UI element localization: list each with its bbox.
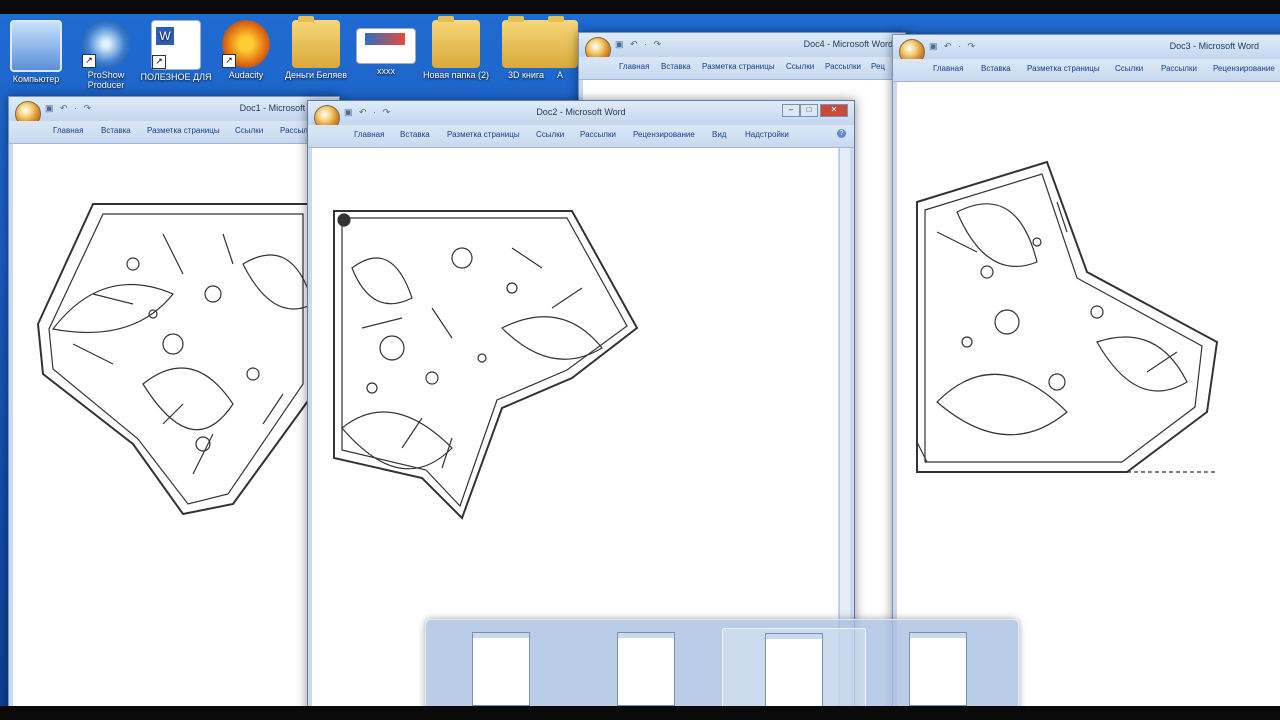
image-banner-icon xyxy=(365,33,405,45)
tab-insert[interactable]: Вставка xyxy=(661,62,691,71)
ribbon-tabs: Главная Вставка Разметка страницы Ссылки… xyxy=(9,121,339,144)
window-thumbnail xyxy=(617,632,675,706)
document-page[interactable] xyxy=(13,144,335,706)
switcher-thumbnail-3[interactable] xyxy=(722,628,866,706)
desktop-icon-label: 3D книга xyxy=(507,70,545,80)
tab-mailings[interactable]: Рассылки xyxy=(825,62,861,71)
desktop-icon-new-folder[interactable]: Новая папка (2) xyxy=(420,16,492,80)
ribbon-tabs: Главная Вставка Разметка страницы Ссылки… xyxy=(579,57,905,80)
tab-page-layout[interactable]: Разметка страницы xyxy=(1027,64,1100,73)
desktop-icon-label: xxxx xyxy=(377,66,395,76)
quick-access-toolbar[interactable]: ▣ ↶ · ↷ xyxy=(344,107,392,118)
desktop-icon-label: А xyxy=(556,70,563,80)
folder-icon xyxy=(292,16,340,68)
desktop-icon-partial[interactable]: А xyxy=(540,16,580,80)
desktop-icon-image[interactable]: xxxx xyxy=(350,16,422,76)
window-switcher-overlay xyxy=(425,619,1019,706)
tab-references[interactable]: Ссылки xyxy=(235,126,263,135)
tab-review[interactable]: Рецензирование xyxy=(633,130,695,139)
tab-review[interactable]: Рецензирование xyxy=(1213,64,1275,73)
tab-page-layout[interactable]: Разметка страницы xyxy=(447,130,520,139)
tab-view[interactable]: Вид xyxy=(712,130,726,139)
desktop-icon-proshow[interactable]: ↗ ProShow Producer xyxy=(70,16,142,90)
window-thumbnail xyxy=(765,633,823,706)
window-doc3[interactable]: Doc3 - Microsoft Word ▣ ↶ · ↷ Главная Вс… xyxy=(892,34,1280,706)
switcher-thumbnail-2[interactable] xyxy=(575,628,717,706)
word-document-icon: W ↗ xyxy=(151,20,201,70)
switcher-thumbnail-1[interactable] xyxy=(430,628,572,706)
shortcut-arrow-icon: ↗ xyxy=(152,55,166,69)
switcher-thumbnail-4[interactable] xyxy=(867,628,1009,706)
computer-icon xyxy=(10,20,62,72)
lace-pattern-drawing xyxy=(916,160,1219,473)
tab-page-layout[interactable]: Разметка страницы xyxy=(147,126,220,135)
desktop-icon-audacity[interactable]: ↗ Audacity xyxy=(210,16,282,80)
window-doc1[interactable]: Doc1 - Microsoft Word ▣ ↶ · ↷ Главная Вс… xyxy=(8,96,340,706)
desktop-icon-label: Деньги Беляев xyxy=(284,70,348,80)
tab-review[interactable]: Рец xyxy=(871,62,885,71)
tab-addins[interactable]: Надстройки xyxy=(745,130,789,139)
tab-references[interactable]: Ссылки xyxy=(536,130,564,139)
letterbox-bottom xyxy=(0,706,1280,720)
document-page[interactable] xyxy=(897,82,1280,706)
tab-home[interactable]: Главная xyxy=(933,64,963,73)
help-icon[interactable]: ? xyxy=(837,129,846,138)
desktop-icon-label: Компьютер xyxy=(12,74,60,84)
folder-icon xyxy=(432,16,480,68)
desktop-icon-label: ProShow Producer xyxy=(87,70,125,90)
window-thumbnail xyxy=(472,632,530,706)
desktop-icon-label: Audacity xyxy=(228,70,264,80)
desktop-icon-folder-money[interactable]: Деньги Беляев xyxy=(280,16,352,80)
tab-home[interactable]: Главная xyxy=(619,62,649,71)
tab-insert[interactable]: Вставка xyxy=(400,130,430,139)
proshow-icon: ↗ xyxy=(82,20,130,68)
tab-home[interactable]: Главная xyxy=(53,126,83,135)
tab-home[interactable]: Главная xyxy=(354,130,384,139)
word-logo-icon: W xyxy=(156,27,174,45)
tab-insert[interactable]: Вставка xyxy=(981,64,1011,73)
tab-references[interactable]: Ссылки xyxy=(786,62,814,71)
image-file-icon xyxy=(356,28,416,64)
quick-access-toolbar[interactable]: ▣ ↶ · ↷ xyxy=(929,41,977,52)
maximize-button[interactable]: □ xyxy=(800,104,818,117)
tab-mailings[interactable]: Рассылки xyxy=(1161,64,1197,73)
desktop-icon-computer[interactable]: Компьютер xyxy=(0,16,72,84)
shortcut-arrow-icon: ↗ xyxy=(222,54,236,68)
desktop: Компьютер ↗ ProShow Producer W ↗ ПОЛЕЗНОЕ… xyxy=(0,14,1280,706)
tab-mailings[interactable]: Рассылки xyxy=(580,130,616,139)
window-thumbnail xyxy=(909,632,967,706)
quick-access-toolbar[interactable]: ▣ ↶ · ↷ xyxy=(45,103,93,114)
shortcut-arrow-icon: ↗ xyxy=(82,54,96,68)
desktop-icon-label: Новая папка (2) xyxy=(423,70,489,80)
ribbon-tabs: Главная Вставка Разметка страницы Ссылки… xyxy=(308,125,854,148)
tab-insert[interactable]: Вставка xyxy=(101,126,131,135)
letterbox-top xyxy=(0,0,1280,14)
folder-icon xyxy=(542,16,578,68)
desktop-icon-document[interactable]: W ↗ ПОЛЕЗНОЕ ДЛЯ xyxy=(140,16,212,82)
close-button[interactable]: ✕ xyxy=(820,104,848,117)
tab-page-layout[interactable]: Разметка страницы xyxy=(702,62,775,71)
ribbon-tabs: Главная Вставка Разметка страницы Ссылки… xyxy=(893,59,1280,82)
lace-pattern-drawing xyxy=(36,203,314,516)
minimize-button[interactable]: – xyxy=(782,104,800,117)
quick-access-toolbar[interactable]: ▣ ↶ · ↷ xyxy=(615,39,663,50)
desktop-icon-label: ПОЛЕЗНОЕ ДЛЯ xyxy=(140,72,212,82)
window-doc2[interactable]: Doc2 - Microsoft Word – □ ✕ ▣ ↶ · ↷ Глав… xyxy=(307,100,855,706)
tab-references[interactable]: Ссылки xyxy=(1115,64,1143,73)
audacity-icon: ↗ xyxy=(222,20,270,68)
